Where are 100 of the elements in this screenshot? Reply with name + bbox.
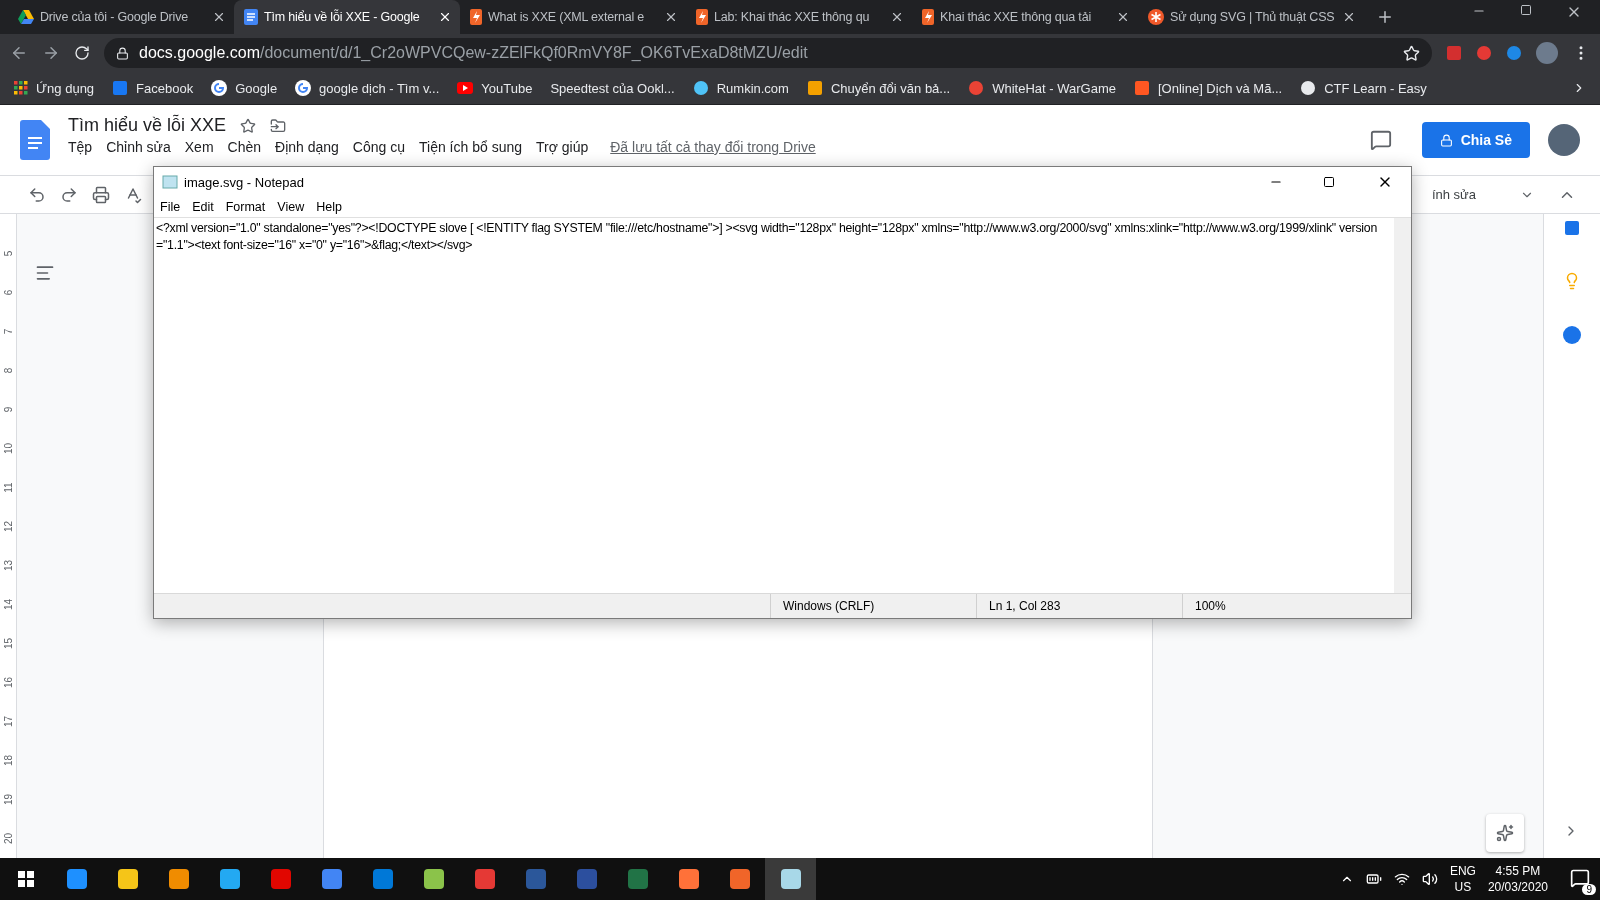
mode-dropdown[interactable]: ính sửa bbox=[1431, 187, 1476, 202]
menu-item[interactable]: Chèn bbox=[227, 139, 262, 155]
browser-tab[interactable]: Khai thác XXE thông qua tải bbox=[912, 0, 1138, 34]
browser-tab[interactable]: Sử dụng SVG | Thủ thuật CSS bbox=[1138, 0, 1364, 34]
menu-item[interactable]: Help bbox=[316, 200, 342, 214]
move-folder-icon[interactable] bbox=[270, 117, 287, 134]
bookmark-link[interactable]: WhiteHat - WarGame bbox=[968, 80, 1116, 96]
forward-icon[interactable] bbox=[42, 44, 60, 62]
ruler-number: 20 bbox=[2, 831, 14, 847]
bookmark-link[interactable]: [Online] Dịch và Mã... bbox=[1133, 80, 1283, 96]
status-text: Windows (CRLF) bbox=[770, 594, 976, 618]
bookmark-link[interactable]: google dịch - Tìm v... bbox=[295, 80, 440, 96]
ruler-number: 17 bbox=[2, 714, 14, 730]
browser-tab[interactable]: Drive của tôi - Google Drive bbox=[8, 0, 234, 34]
avatar[interactable] bbox=[1548, 124, 1580, 156]
close-icon[interactable] bbox=[1342, 10, 1356, 24]
ruler-number: 13 bbox=[2, 558, 14, 574]
taskbar-app-icon[interactable] bbox=[765, 858, 816, 900]
reload-icon[interactable] bbox=[74, 45, 90, 61]
language-indicator[interactable]: ENG US bbox=[1449, 863, 1476, 895]
menu-item[interactable]: Trợ giúp bbox=[536, 139, 589, 155]
menu-item[interactable]: Tệp bbox=[68, 139, 93, 155]
menu-item[interactable]: File bbox=[160, 200, 181, 214]
menu-item[interactable]: Format bbox=[225, 200, 266, 214]
star-icon[interactable] bbox=[240, 117, 257, 134]
new-tab-icon[interactable] bbox=[1376, 8, 1394, 26]
lightning-icon bbox=[922, 9, 934, 25]
menu-item[interactable]: View bbox=[277, 200, 305, 214]
browser-tab[interactable]: Lab: Khai thác XXE thông qu bbox=[686, 0, 912, 34]
google-icon bbox=[295, 80, 312, 96]
google-icon bbox=[211, 80, 228, 96]
extension-icon bbox=[1476, 45, 1492, 61]
wifi-icon[interactable] bbox=[1393, 871, 1410, 887]
lightning-icon bbox=[470, 9, 482, 25]
clock[interactable]: 4:55 PM 20/03/2020 bbox=[1487, 863, 1548, 895]
extension-icon bbox=[1446, 45, 1462, 61]
maximize-icon[interactable] bbox=[1323, 176, 1335, 188]
close-icon[interactable] bbox=[890, 10, 904, 24]
speaker-icon[interactable] bbox=[1421, 871, 1438, 887]
outline-icon[interactable] bbox=[35, 263, 55, 283]
comment-icon[interactable] bbox=[1369, 129, 1392, 151]
ruler-number: 15 bbox=[2, 636, 14, 652]
apps-grid-icon bbox=[14, 81, 28, 95]
lock-icon bbox=[1439, 133, 1453, 147]
bookmark-link[interactable]: Ứng dụng bbox=[14, 80, 95, 96]
address-bar[interactable]: docs.google.com/document/d/1_Cr2oWPVCQew-zZElFkQf0RmVY8F_OK6TvExaD8tMZU/edit bbox=[104, 38, 1432, 68]
window-title: image.svg - Notepad bbox=[184, 174, 305, 190]
bookmark-link[interactable]: Chuyển đổi văn bả... bbox=[806, 80, 951, 96]
menu-item[interactable]: Định dạng bbox=[275, 139, 339, 155]
bookmark-link[interactable]: Rumkin.com bbox=[692, 80, 789, 96]
document-title[interactable]: Tìm hiểu về lỗi XXE bbox=[68, 115, 227, 136]
back-icon[interactable] bbox=[10, 44, 28, 62]
close-icon[interactable] bbox=[664, 10, 678, 24]
url-text: docs.google.com/document/d/1_Cr2oWPVCQew-zZElFkQf0RmVY8F_OK6TvExaD8tMZU/edit bbox=[139, 44, 809, 62]
menu-item[interactable]: Edit bbox=[192, 200, 214, 214]
close-icon[interactable] bbox=[438, 10, 452, 24]
bookmark-link[interactable]: CTF Learn - Easy bbox=[1300, 80, 1427, 96]
browser-tab[interactable]: Tìm hiểu về lỗi XXE - Google bbox=[234, 0, 460, 34]
ruler-number: 14 bbox=[2, 597, 14, 613]
menu-item[interactable]: Chỉnh sửa bbox=[106, 139, 171, 155]
ruler-number: 12 bbox=[2, 519, 14, 535]
document-icon[interactable] bbox=[20, 120, 50, 160]
browser-tab[interactable]: What is XXE (XML external e bbox=[460, 0, 686, 34]
save-status-link[interactable]: Đã lưu tất cả thay đổi trong Drive bbox=[610, 139, 816, 155]
ruler-number: 19 bbox=[2, 792, 14, 808]
lightning-icon bbox=[696, 9, 708, 25]
sparkle-icon bbox=[1496, 824, 1514, 842]
bookmark-link[interactable]: Speedtest của Ookl... bbox=[550, 80, 675, 96]
notification-count: 9 bbox=[1582, 883, 1596, 895]
ruler-number: 5 bbox=[2, 249, 14, 259]
extension-icon bbox=[1506, 45, 1522, 61]
close-icon[interactable] bbox=[212, 10, 226, 24]
menu-item[interactable]: Tiện ích bổ sung bbox=[419, 139, 522, 155]
scrollbar[interactable] bbox=[1394, 218, 1411, 593]
avatar[interactable] bbox=[1536, 42, 1558, 64]
triangle-logo-icon bbox=[18, 9, 34, 25]
ruler-number: 6 bbox=[2, 288, 14, 298]
notepad-icon bbox=[162, 175, 178, 189]
status-text: Ln 1, Col 283 bbox=[976, 594, 1182, 618]
text-editor[interactable]: <?xml version="1.0" standalone="yes"?><!DOCTYPE slove [ <!ENTITY flag SYSTEM "file:///etc/hostname">] ><svg width="128px" height="128px" xmlns="http://www.w3.org/2000/svg" xmlns:xlink="http://www.w3.org/1999/xlink" version="1.1"><text font-size="16" x="0" y="16">&flag;</text></svg> bbox=[154, 218, 1394, 593]
play-icon bbox=[457, 82, 474, 94]
bookmark-link[interactable]: YouTube bbox=[457, 80, 533, 96]
ruler-number: 11 bbox=[2, 481, 14, 495]
redo-icon[interactable] bbox=[60, 185, 78, 204]
share-button[interactable]: Chia Sẻ bbox=[1421, 122, 1530, 158]
explore-button[interactable] bbox=[1486, 814, 1524, 852]
menu-item[interactable]: Xem bbox=[184, 139, 214, 155]
ruler-number: 16 bbox=[2, 675, 14, 691]
status-text: 100% bbox=[1182, 594, 1395, 618]
bookmark-link[interactable]: Google bbox=[211, 80, 278, 96]
print-icon[interactable] bbox=[92, 185, 110, 204]
undo-icon[interactable] bbox=[28, 185, 46, 204]
ruler-number: 8 bbox=[2, 366, 14, 376]
bookmark-star-icon[interactable] bbox=[1403, 44, 1420, 62]
battery-icon[interactable] bbox=[1365, 871, 1382, 887]
close-icon[interactable] bbox=[1116, 10, 1130, 24]
bookmark-link[interactable]: Facebook bbox=[112, 80, 194, 96]
ruler-number: 10 bbox=[2, 441, 14, 457]
asterisk-logo-icon bbox=[1148, 9, 1164, 25]
menu-item[interactable]: Công cụ bbox=[352, 139, 405, 155]
